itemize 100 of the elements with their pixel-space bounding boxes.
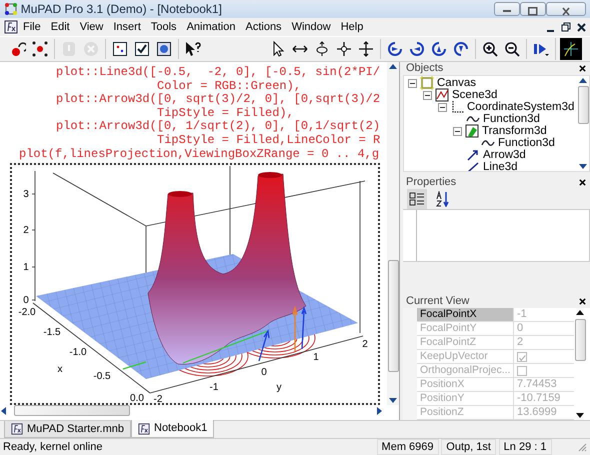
document-tab[interactable]: MuPAD Starter.mnb	[4, 421, 131, 438]
rotate-icon	[387, 41, 403, 57]
scroll-down-icon[interactable]	[389, 397, 397, 406]
maximize-button[interactable]	[520, 2, 546, 16]
panel-title: Properties	[406, 176, 456, 189]
record-icon	[10, 41, 26, 57]
close-button[interactable]	[577, 178, 587, 188]
close-icon	[562, 6, 570, 16]
property-value: 13.6999	[517, 406, 557, 418]
tree-item[interactable]: Line3d	[483, 161, 518, 171]
collapse-toggle[interactable]	[438, 102, 447, 112]
menu-item[interactable]: Edit	[46, 18, 75, 36]
property-value: 2	[517, 336, 524, 348]
preview-button[interactable]	[560, 38, 582, 60]
tree-item[interactable]: Transform3d	[482, 125, 547, 137]
maximize-icon	[528, 6, 538, 16]
scroll-right-icon[interactable]	[375, 406, 383, 415]
minus-icon	[455, 130, 460, 132]
close-button[interactable]	[546, 2, 586, 16]
rotate-up-button[interactable]	[429, 39, 449, 59]
collapse-toggle[interactable]	[408, 78, 417, 88]
zoom-in-button[interactable]	[480, 39, 500, 59]
rotate-down-button[interactable]	[451, 39, 471, 59]
tree-item[interactable]: Arrow3d	[483, 149, 526, 161]
arrow	[301, 306, 307, 350]
menu-item[interactable]: Animation	[182, 18, 240, 36]
help-button[interactable]	[183, 39, 203, 59]
points-icon	[32, 41, 48, 57]
check-button[interactable]	[132, 39, 152, 59]
scroll-up-icon[interactable]	[576, 308, 584, 316]
pause-icon	[61, 41, 77, 57]
move-z-button[interactable]	[356, 39, 376, 59]
property-value: -10.7159	[517, 392, 560, 404]
tree-item[interactable]: Function3d	[498, 137, 555, 149]
close-button[interactable]	[577, 64, 587, 74]
tick-label: -1	[210, 382, 218, 394]
vertical-scrollbar[interactable]	[387, 62, 399, 406]
tick-label: -1.5	[43, 327, 61, 338]
zoom-in-icon	[482, 41, 498, 57]
scroll-left-icon[interactable]	[0, 406, 8, 415]
menu-item[interactable]: File	[18, 18, 46, 36]
collapse-toggle[interactable]	[453, 126, 462, 136]
menu-item[interactable]: Window	[286, 18, 336, 36]
document-tab[interactable]: Notebook1	[131, 420, 214, 438]
close-button[interactable]	[576, 22, 586, 32]
checkbox[interactable]	[517, 352, 527, 362]
close-button[interactable]	[577, 296, 587, 306]
scroll-down-icon[interactable]	[579, 163, 587, 171]
screen-button[interactable]	[154, 39, 174, 59]
code-line: plot::Line3d([-0.5, -2, 0], [-0.5, sin(2*PI/	[56, 66, 380, 80]
tick-label: x	[58, 364, 62, 376]
rotate-left-button[interactable]	[385, 39, 405, 59]
output-indicator: Outp, 1st	[441, 439, 496, 455]
arrow	[292, 306, 298, 352]
menu-item[interactable]: View	[74, 18, 108, 36]
tick-label: 0	[261, 367, 267, 378]
property-name[interactable]: FocalPointX	[417, 308, 514, 321]
rotate-right-button[interactable]	[407, 39, 427, 59]
tree-item[interactable]: Function3d	[483, 113, 540, 125]
scene-icon	[435, 88, 449, 102]
menu-item[interactable]: Tools	[146, 18, 182, 36]
code-line: plot::Arrow3d([0, sqrt(3)/2, 0], [0,sqrt(3)/2	[56, 93, 380, 107]
checkbox[interactable]	[517, 366, 527, 376]
status-message: Ready, kernel online	[3, 440, 102, 455]
play-icon	[533, 41, 549, 57]
resize-grip-icon[interactable]	[577, 442, 587, 452]
document-icon	[4, 20, 18, 34]
arrow-icon	[466, 148, 480, 162]
zoom-out-button[interactable]	[502, 39, 522, 59]
tick-label: -2	[154, 394, 162, 404]
categorized-button[interactable]	[407, 189, 427, 209]
transform-icon	[465, 124, 479, 138]
vertical-scrollbar[interactable]	[577, 76, 589, 171]
move-xy-button[interactable]	[334, 39, 354, 59]
screen-icon	[156, 41, 172, 57]
scroll-down-icon[interactable]	[576, 412, 584, 420]
tick-label: 2	[23, 225, 29, 236]
axes-icon	[450, 100, 464, 114]
frame-button[interactable]	[110, 39, 130, 59]
code-line: Color = RGB::Green),	[157, 80, 302, 93]
scroll-up-icon[interactable]	[579, 76, 587, 84]
collapse-toggle[interactable]	[423, 90, 432, 100]
menu-item[interactable]: Actions	[240, 18, 287, 36]
scrollbar-thumb[interactable]	[388, 260, 398, 372]
menu-item[interactable]: Help	[336, 18, 368, 36]
menu-item[interactable]: Insert	[108, 18, 146, 36]
arrow	[258, 329, 270, 362]
tick-label: y	[276, 382, 282, 394]
scrollbar-thumb[interactable]	[14, 405, 130, 416]
tree-item[interactable]: Canvas	[437, 77, 476, 89]
scrollbar-thumb[interactable]	[578, 86, 588, 124]
tree-item[interactable]: Scene3d	[452, 89, 498, 101]
minimize-icon	[546, 30, 554, 32]
tree-item[interactable]: CoordinateSystem3d	[467, 101, 574, 113]
scroll-up-icon[interactable]	[389, 62, 397, 70]
scrollbar-thumb[interactable]	[574, 319, 586, 361]
tick-label: 2	[362, 339, 368, 350]
minimize-button[interactable]	[494, 2, 520, 16]
points-button[interactable]	[30, 39, 50, 59]
restore-button[interactable]	[560, 22, 570, 32]
